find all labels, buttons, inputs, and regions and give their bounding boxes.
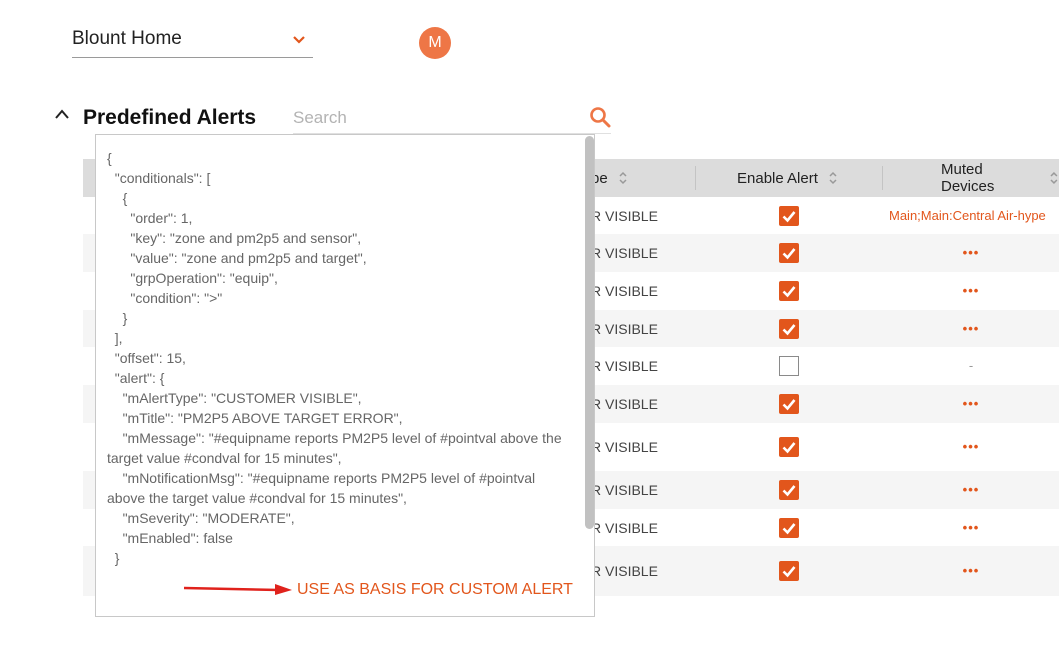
arrow-right-icon xyxy=(183,584,292,595)
checkmark-icon xyxy=(782,566,796,578)
alert-definition-popup: { "conditionals": [ { "order": 1, "key":… xyxy=(95,134,595,617)
more-options-icon[interactable]: ••• xyxy=(883,283,1059,298)
more-options-icon[interactable]: ••• xyxy=(883,520,1059,535)
checkmark-icon xyxy=(782,399,796,411)
checkmark-icon xyxy=(782,248,796,260)
enable-alert-checkbox[interactable] xyxy=(779,205,799,226)
more-options-icon[interactable]: ••• xyxy=(883,396,1059,411)
alert-type-cell: R VISIBLE xyxy=(591,358,658,374)
use-as-basis-link[interactable]: USE AS BASIS FOR CUSTOM ALERT xyxy=(297,581,573,599)
enable-alert-checkbox[interactable] xyxy=(779,480,799,500)
chevron-down-icon xyxy=(293,36,305,44)
enable-alert-checkbox[interactable] xyxy=(779,318,799,339)
more-options-icon[interactable]: ••• xyxy=(883,321,1059,336)
avatar[interactable]: M xyxy=(419,27,451,59)
alert-type-cell: R VISIBLE xyxy=(591,320,658,337)
section-title: Predefined Alerts xyxy=(83,106,257,129)
enable-alert-checkbox[interactable] xyxy=(779,243,799,263)
checkmark-icon xyxy=(782,323,796,335)
more-options-icon[interactable]: ••• xyxy=(883,439,1059,454)
enable-alert-checkbox[interactable] xyxy=(779,356,799,376)
enable-alert-checkbox[interactable] xyxy=(779,517,799,538)
muted-devices-cell[interactable]: Main;Main:Central Air-hype xyxy=(889,208,1059,223)
checkmark-icon xyxy=(782,210,796,222)
column-divider xyxy=(882,166,883,190)
checkmark-icon xyxy=(782,286,796,298)
enable-alert-checkbox[interactable] xyxy=(779,394,799,414)
alert-type-cell: R VISIBLE xyxy=(591,563,658,579)
alert-type-cell: R VISIBLE xyxy=(591,207,658,224)
checkmark-icon xyxy=(782,522,796,534)
search-bar xyxy=(293,104,611,134)
more-options-icon[interactable]: ••• xyxy=(883,563,1059,578)
enable-alert-checkbox[interactable] xyxy=(779,561,799,581)
column-header-enable-alert[interactable]: Enable Alert xyxy=(737,159,838,197)
sort-icon xyxy=(829,171,837,185)
sort-icon xyxy=(1050,172,1058,184)
muted-devices-cell: - xyxy=(968,358,974,373)
chevron-up-icon[interactable] xyxy=(54,108,70,120)
alert-type-cell: R VISIBLE xyxy=(591,482,658,498)
alert-type-cell: R VISIBLE xyxy=(591,439,658,455)
more-options-icon[interactable]: ••• xyxy=(883,245,1059,260)
alert-type-cell: R VISIBLE xyxy=(591,283,658,299)
search-input[interactable] xyxy=(293,104,573,132)
column-header-type[interactable]: pe xyxy=(591,159,628,197)
checkmark-icon xyxy=(782,485,796,497)
more-options-icon[interactable]: ••• xyxy=(883,482,1059,497)
alert-type-cell: R VISIBLE xyxy=(591,396,658,412)
site-selector[interactable]: Blount Home xyxy=(72,26,313,58)
popup-scrollbar[interactable] xyxy=(585,136,594,529)
alert-type-cell: R VISIBLE xyxy=(591,245,658,261)
alert-json-text: { "conditionals": [ { "order": 1, "key":… xyxy=(107,150,562,566)
enable-alert-checkbox[interactable] xyxy=(779,281,799,301)
alert-type-cell: R VISIBLE xyxy=(591,519,658,536)
site-name: Blount Home xyxy=(72,28,182,49)
checkmark-icon xyxy=(782,442,796,454)
column-divider xyxy=(695,166,696,190)
enable-alert-checkbox[interactable] xyxy=(779,437,799,457)
search-icon[interactable] xyxy=(589,106,611,128)
sort-icon xyxy=(619,171,627,185)
column-header-muted-devices[interactable]: Muted Devices xyxy=(941,159,1059,197)
